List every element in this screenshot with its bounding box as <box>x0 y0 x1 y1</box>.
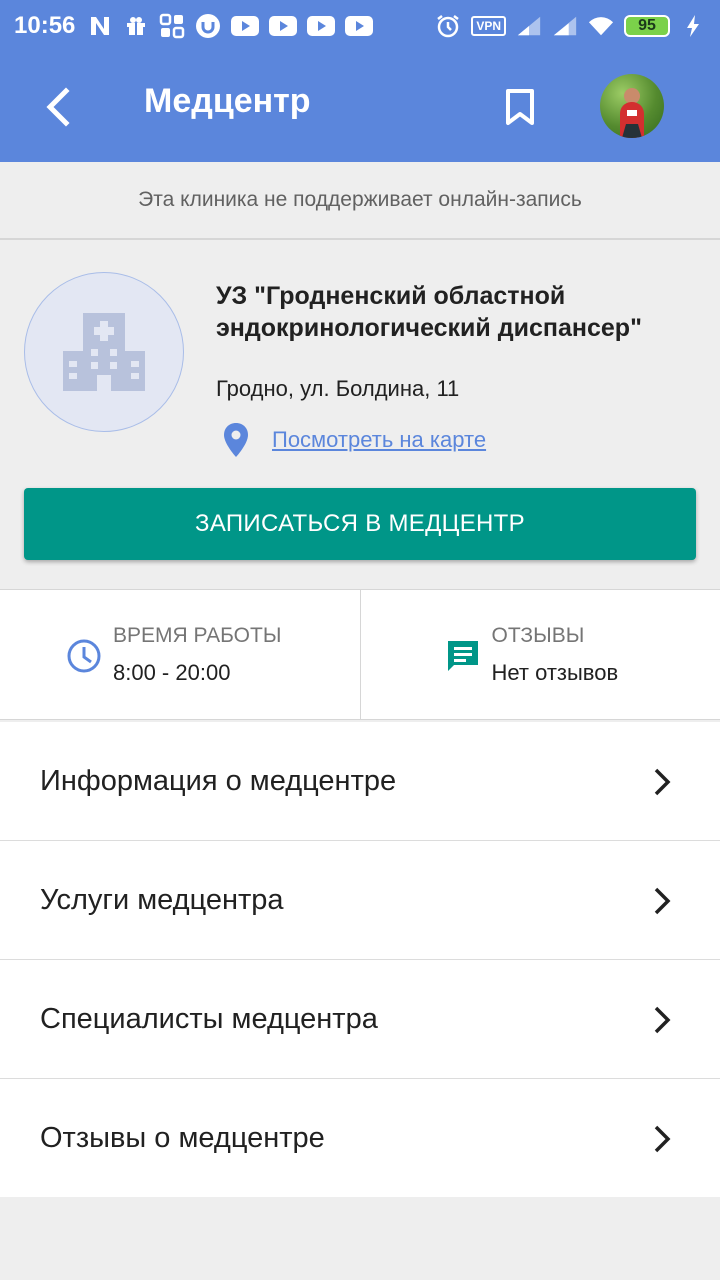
working-hours-cell: ВРЕМЯ РАБОТЫ 8:00 - 20:00 <box>0 590 360 720</box>
page-title: Медцентр <box>144 82 311 120</box>
menu-item-label: Информация о медцентре <box>40 764 397 797</box>
menu-item-label: Услуги медцентра <box>40 883 284 916</box>
charging-icon <box>680 13 706 39</box>
status-bar: 10:56 VPN 95 <box>0 0 720 52</box>
youtube-icon <box>231 16 260 36</box>
hospital-building-icon <box>63 313 145 391</box>
avatar[interactable] <box>600 74 664 138</box>
signal-icon <box>552 13 578 39</box>
youtube-icon <box>307 16 336 36</box>
app-toolbar: Медцентр <box>0 52 720 162</box>
notification-icons <box>87 13 374 39</box>
chevron-right-icon <box>654 1125 671 1153</box>
clinic-header: УЗ "Гродненский областной эндокринологич… <box>0 240 720 590</box>
clinic-address: Гродно, ул. Болдина, 11 <box>216 376 460 401</box>
chevron-right-icon <box>654 887 671 915</box>
youtube-icon <box>269 16 298 36</box>
bookmark-button[interactable] <box>492 79 548 135</box>
working-hours-label: ВРЕМЯ РАБОТЫ <box>113 624 282 647</box>
clinic-name: УЗ "Гродненский областной эндокринологич… <box>216 282 642 342</box>
reviews-cell[interactable]: ОТЗЫВЫ Нет отзывов <box>359 590 720 720</box>
menu-item-reviews[interactable]: Отзывы о медцентре <box>0 1079 720 1197</box>
u-app-icon <box>195 13 221 39</box>
vpn-badge: VPN <box>471 16 506 36</box>
map-link-row[interactable]: Посмотреть на карте <box>222 422 486 458</box>
signal-icon <box>516 13 542 39</box>
back-arrow-icon <box>46 87 70 127</box>
youtube-icon <box>345 16 374 36</box>
reviews-value: Нет отзывов <box>491 660 619 685</box>
n-app-icon <box>87 13 113 39</box>
menu-item-info[interactable]: Информация о медцентре <box>0 722 720 841</box>
wifi-icon <box>588 13 614 39</box>
back-button[interactable] <box>30 79 86 135</box>
online-booking-notice: Эта клиника не поддерживает онлайн-запис… <box>0 162 720 240</box>
apps-grid-icon <box>159 13 185 39</box>
system-icons: VPN 95 <box>435 13 706 39</box>
clinic-logo <box>24 272 184 432</box>
menu-item-label: Специалисты медцентра <box>40 1002 378 1035</box>
menu-item-services[interactable]: Услуги медцентра <box>0 841 720 960</box>
menu-item-specialists[interactable]: Специалисты медцентра <box>0 960 720 1079</box>
comment-icon <box>447 641 478 671</box>
bookmark-icon <box>506 89 534 125</box>
clock-icon <box>67 639 101 673</box>
map-pin-icon <box>224 423 248 457</box>
clinic-stats: ВРЕМЯ РАБОТЫ 8:00 - 20:00 ОТЗЫВЫ Нет отз… <box>0 590 720 720</box>
chevron-right-icon <box>654 1006 671 1034</box>
book-clinic-button[interactable]: ЗАПИСАТЬСЯ В МЕДЦЕНТР <box>24 488 696 560</box>
view-on-map-link[interactable]: Посмотреть на карте <box>272 427 486 453</box>
alarm-icon <box>435 13 461 39</box>
chevron-right-icon <box>654 768 671 796</box>
clinic-menu: Информация о медцентре Услуги медцентра … <box>0 722 720 1197</box>
status-time: 10:56 <box>14 12 76 39</box>
menu-item-label: Отзывы о медцентре <box>40 1121 325 1154</box>
reviews-label: ОТЗЫВЫ <box>491 624 585 647</box>
working-hours-value: 8:00 - 20:00 <box>113 660 231 685</box>
gift-icon <box>123 13 149 39</box>
battery-indicator: 95 <box>624 15 670 37</box>
